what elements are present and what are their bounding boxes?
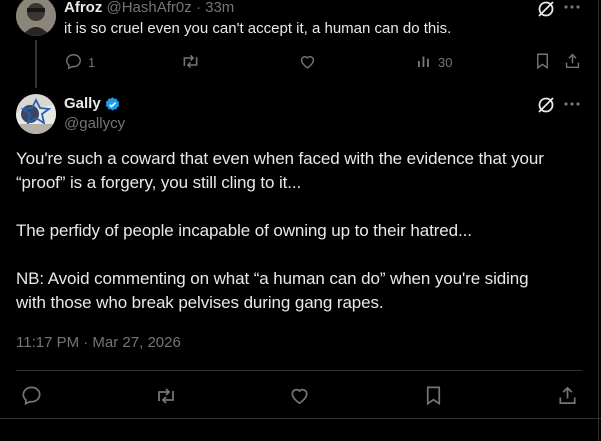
body-line: NB: Avoid commenting on what “a human ca…	[16, 269, 529, 288]
main-tweet-body: You're such a coward that even when face…	[16, 147, 596, 315]
reply-count: 1	[88, 55, 96, 70]
more-icon[interactable]	[563, 1, 581, 13]
reply-icon[interactable]	[64, 52, 83, 71]
share-icon[interactable]	[563, 51, 582, 71]
body-line: You're such a coward that even when face…	[16, 149, 544, 168]
main-author-avatar[interactable]	[16, 94, 56, 134]
verified-badge-icon[interactable]	[104, 96, 121, 113]
divider	[0, 418, 601, 419]
grok-icon[interactable]	[536, 0, 556, 19]
more-icon[interactable]	[563, 98, 581, 110]
main-author-handle[interactable]: @gallycy	[64, 115, 125, 133]
share-icon[interactable]	[556, 384, 579, 407]
bookmark-icon[interactable]	[422, 384, 445, 407]
reply-icon[interactable]	[20, 384, 43, 407]
views-count: 30	[438, 55, 453, 70]
reply-time[interactable]: 33m	[205, 0, 234, 16]
retweet-icon[interactable]	[154, 384, 178, 408]
main-tweet-timestamp[interactable]: 11:17 PM · Mar 27, 2026	[16, 334, 181, 352]
body-line: with those who break pelvises during gan…	[16, 293, 384, 312]
retweet-icon[interactable]	[180, 51, 201, 72]
like-icon[interactable]	[288, 384, 311, 407]
reply-text: it is so cruel even you can't accept it,…	[64, 20, 452, 37]
main-author-name[interactable]: Gally	[64, 95, 101, 113]
bookmark-icon[interactable]	[533, 51, 552, 71]
thread-connector-line	[35, 40, 37, 88]
reply-author-handle[interactable]: @HashAfr0z	[107, 0, 192, 16]
column-border	[598, 0, 599, 441]
body-line: “proof” is a forgery, you still cling to…	[16, 173, 302, 192]
reply-author-avatar[interactable]	[16, 0, 56, 36]
body-line: The perfidy of people incapable of ownin…	[16, 221, 472, 240]
reply-author-name[interactable]: Afroz	[64, 0, 102, 16]
views-icon[interactable]	[415, 52, 433, 70]
reply-separator: ·	[195, 0, 201, 16]
divider	[16, 370, 582, 371]
like-icon[interactable]	[298, 52, 317, 71]
grok-icon[interactable]	[536, 95, 556, 115]
